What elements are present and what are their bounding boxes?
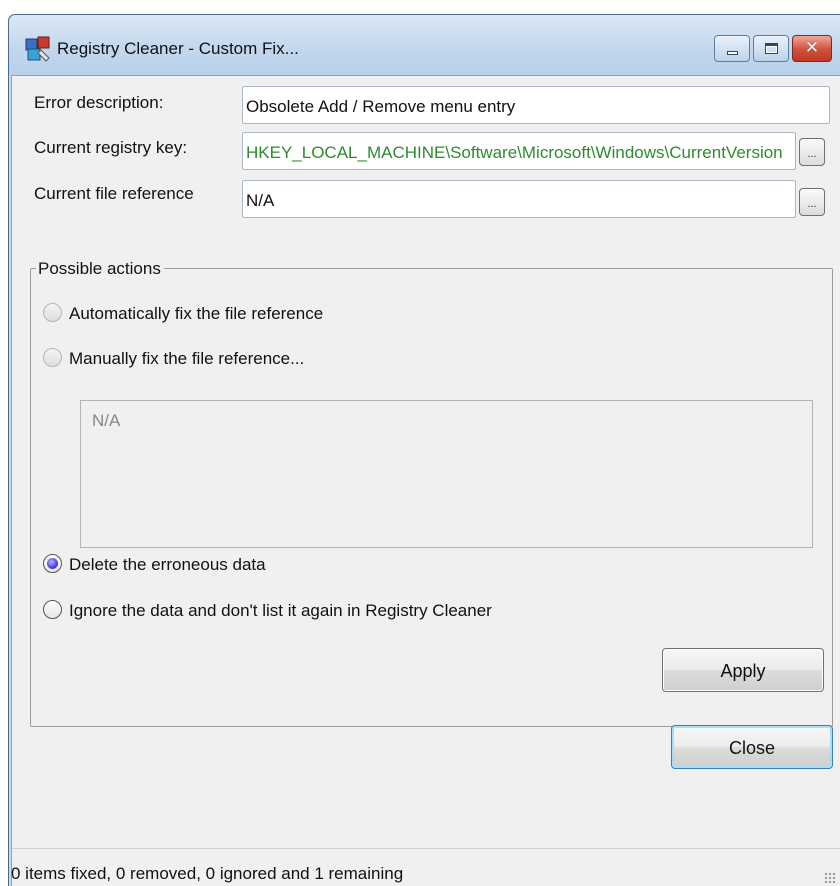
dialog-client-area: Error description: Obsolete Add / Remove… [11,75,840,886]
title-bar[interactable]: Registry Cleaner - Custom Fix... ✕ [9,15,840,75]
auto-fix-radio[interactable] [43,303,62,322]
file-reference-field[interactable]: N/A [242,180,796,218]
file-reference-browse-button[interactable]: ... [799,188,825,216]
error-description-label: Error description: [34,93,164,112]
possible-actions-title: Possible actions [36,259,164,279]
close-window-button[interactable]: ✕ [792,35,832,62]
manual-fix-label: Manually fix the file reference... [69,349,305,368]
auto-fix-label: Automatically fix the file reference [69,304,324,323]
registry-cleaner-icon [25,36,50,62]
registry-key-label: Current registry key: [34,138,188,157]
status-text: 0 items fixed, 0 removed, 0 ignored and … [11,864,404,883]
maximize-icon [765,43,778,54]
ignore-data-radio[interactable] [43,600,62,619]
caption-buttons: ✕ [711,35,832,62]
manual-fix-textarea[interactable]: N/A [80,400,813,548]
radio-selected-dot [47,558,58,569]
delete-data-label: Delete the erroneous data [69,555,266,574]
maximize-button[interactable] [753,35,789,62]
ignore-data-label: Ignore the data and don't list it again … [69,601,492,620]
registry-key-field[interactable]: HKEY_LOCAL_MACHINE\Software\Microsoft\Wi… [242,132,796,170]
close-button[interactable]: Close [671,725,833,769]
window-title: Registry Cleaner - Custom Fix... [57,39,299,58]
status-bar: 0 items fixed, 0 removed, 0 ignored and … [11,848,840,886]
apply-button[interactable]: Apply [662,648,824,692]
minimize-icon [727,51,738,55]
manual-fix-radio[interactable] [43,348,62,367]
close-icon: ✕ [804,38,820,58]
delete-data-radio[interactable] [43,554,62,573]
error-description-field[interactable]: Obsolete Add / Remove menu entry [242,86,830,124]
registry-key-browse-button[interactable]: ... [799,138,825,166]
custom-fix-window: Registry Cleaner - Custom Fix... ✕ Error… [8,14,840,886]
minimize-button[interactable] [714,35,750,62]
file-reference-label: Current file reference [34,184,194,203]
resize-grip-icon[interactable] [824,872,836,884]
